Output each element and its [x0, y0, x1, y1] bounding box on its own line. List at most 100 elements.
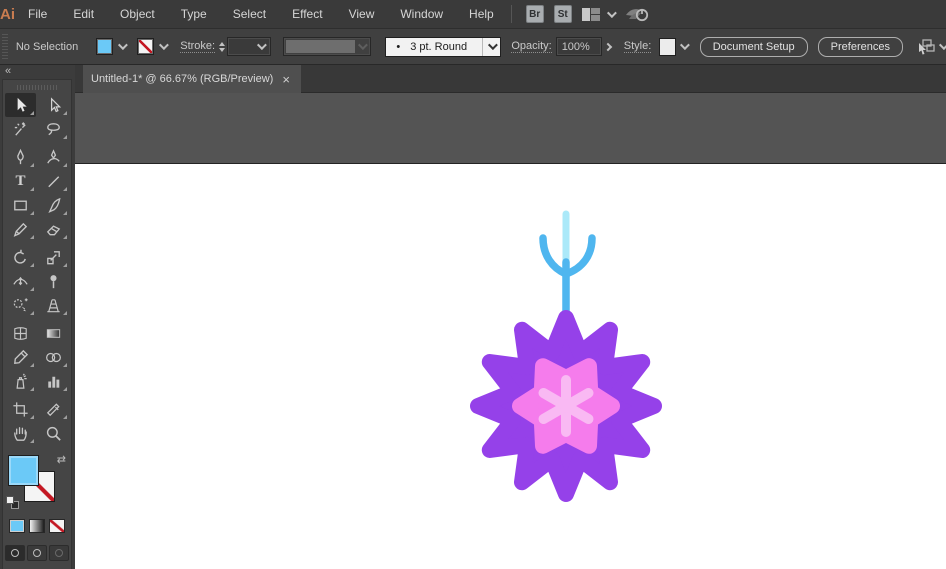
- document-setup-button[interactable]: Document Setup: [699, 36, 808, 57]
- color-button[interactable]: [9, 519, 25, 533]
- control-panel-menu[interactable]: [915, 38, 946, 56]
- perspective-grid-tool[interactable]: [38, 293, 69, 317]
- brush-definition-dropdown[interactable]: • 3 pt. Round: [385, 36, 502, 57]
- line-segment-tool[interactable]: [38, 169, 69, 193]
- menu-file[interactable]: File: [15, 0, 60, 28]
- document-tab[interactable]: Untitled-1* @ 66.67% (RGB/Preview) ×: [83, 65, 301, 93]
- width-profile-preview: [286, 40, 356, 53]
- artboard-canvas[interactable]: [75, 163, 946, 569]
- pencil-icon: [13, 222, 28, 237]
- pasteboard[interactable]: [75, 93, 946, 163]
- stock-button[interactable]: St: [553, 5, 572, 23]
- line-icon: [48, 175, 60, 187]
- pen-tool[interactable]: [5, 145, 36, 169]
- opacity-field[interactable]: 100%: [555, 37, 603, 56]
- bar-chart-icon: [48, 376, 60, 388]
- menu-select[interactable]: Select: [220, 0, 279, 28]
- bridge-button[interactable]: Br: [525, 5, 544, 23]
- puppet-warp-tool[interactable]: [38, 269, 69, 293]
- workspace-switcher[interactable]: [581, 7, 617, 21]
- menu-object[interactable]: Object: [107, 0, 168, 28]
- menu-window[interactable]: Window: [387, 0, 456, 28]
- launch-sync-icon[interactable]: [624, 5, 650, 23]
- gradient-tool[interactable]: [38, 321, 69, 345]
- shaper-tool[interactable]: [5, 217, 36, 241]
- document-tab-bar: Untitled-1* @ 66.67% (RGB/Preview) ×: [75, 65, 946, 93]
- default-fill-stroke-icon[interactable]: [6, 496, 19, 509]
- illustrator-window: Ai File Edit Object Type Select Effect V…: [0, 0, 946, 569]
- selection-tool[interactable]: [5, 93, 36, 117]
- shape-builder-icon: [13, 297, 28, 311]
- blend-tool[interactable]: [38, 345, 69, 369]
- stroke-none-swatch[interactable]: [137, 38, 155, 55]
- type-tool[interactable]: T: [5, 169, 36, 193]
- column-graph-tool[interactable]: [38, 369, 69, 393]
- opacity-value: 100%: [561, 40, 590, 53]
- pin-icon: [50, 274, 57, 288]
- gradient-icon: [46, 328, 61, 338]
- chevron-down-icon: [257, 40, 268, 51]
- tools-panel-grip[interactable]: [17, 83, 57, 91]
- eraser-tool[interactable]: [38, 217, 69, 241]
- rotate-tool[interactable]: [5, 245, 36, 269]
- chevron-down-icon: [606, 7, 617, 18]
- paintbrush-icon: [48, 197, 61, 213]
- menu-view[interactable]: View: [336, 0, 388, 28]
- fill-swatch[interactable]: [8, 455, 39, 486]
- stem-right-branch[interactable]: [562, 234, 596, 278]
- style-swatch[interactable]: [659, 37, 677, 56]
- lasso-tool[interactable]: [38, 117, 69, 141]
- symbol-sprayer-tool[interactable]: [5, 369, 36, 393]
- brush-dropdown-button[interactable]: [482, 37, 500, 56]
- mesh-tool[interactable]: [5, 321, 36, 345]
- swap-fill-stroke-icon[interactable]: ⇄: [57, 453, 66, 466]
- preferences-button[interactable]: Preferences: [817, 36, 903, 57]
- menu-effect[interactable]: Effect: [279, 0, 335, 28]
- spray-can-icon: [16, 373, 27, 389]
- none-button[interactable]: [49, 519, 65, 533]
- stroke-color-control[interactable]: [137, 38, 170, 55]
- rotate-icon: [14, 249, 26, 264]
- stepper-down-icon[interactable]: [219, 47, 226, 52]
- eyedropper-tool[interactable]: [5, 345, 36, 369]
- width-tool[interactable]: [5, 269, 36, 293]
- draw-normal-button[interactable]: [5, 545, 25, 561]
- fill-color-control[interactable]: [96, 38, 129, 55]
- gradient-button[interactable]: [29, 519, 45, 533]
- fill-color-swatch[interactable]: [96, 38, 114, 55]
- rectangle-tool[interactable]: [5, 193, 36, 217]
- magic-wand-tool[interactable]: [5, 117, 36, 141]
- zoom-tool[interactable]: [38, 421, 69, 445]
- style-label[interactable]: Style:: [623, 40, 652, 53]
- chevron-down-icon: [938, 40, 946, 51]
- menu-edit[interactable]: Edit: [60, 0, 107, 28]
- shape-builder-tool[interactable]: [5, 293, 36, 317]
- draw-behind-button[interactable]: [27, 545, 47, 561]
- stroke-weight-field[interactable]: [227, 37, 272, 56]
- curvature-tool[interactable]: [38, 145, 69, 169]
- stroke-weight-stepper[interactable]: [219, 41, 226, 52]
- selection-panels-icon: [918, 38, 935, 54]
- stroke-weight-label[interactable]: Stroke:: [180, 40, 216, 53]
- flower-artwork[interactable]: [440, 200, 700, 522]
- opacity-expand-button[interactable]: [602, 37, 614, 56]
- menu-help[interactable]: Help: [456, 0, 507, 28]
- slice-tool[interactable]: [38, 397, 69, 421]
- chevron-down-icon: [358, 40, 369, 51]
- style-dropdown[interactable]: [676, 38, 690, 55]
- scale-tool[interactable]: [38, 245, 69, 269]
- draw-inside-button[interactable]: [49, 545, 69, 561]
- artboard-tool[interactable]: [5, 397, 36, 421]
- opacity-label[interactable]: Opacity:: [511, 40, 552, 53]
- brush-definition-value: 3 pt. Round: [410, 40, 468, 53]
- paintbrush-tool[interactable]: [38, 193, 69, 217]
- direct-selection-tool[interactable]: [38, 93, 69, 117]
- menu-type[interactable]: Type: [168, 0, 220, 28]
- hand-tool[interactable]: [5, 421, 36, 445]
- panel-grip[interactable]: [2, 33, 8, 60]
- tab-close-icon[interactable]: ×: [279, 71, 293, 88]
- collapse-panel-button[interactable]: «: [0, 65, 75, 79]
- perspective-grid-icon: [47, 298, 60, 312]
- hand-icon: [14, 426, 27, 441]
- stepper-up-icon[interactable]: [219, 41, 226, 46]
